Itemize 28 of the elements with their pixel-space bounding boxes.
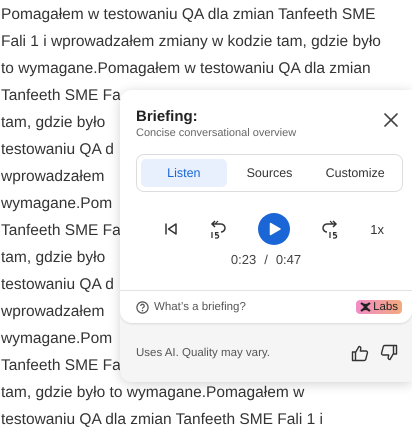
tab[interactable]: Sources [226,159,312,187]
text-line: tam, gdzie było [1,248,106,268]
panel-title: Briefing: [136,108,199,126]
text-line: testowaniu QA d [1,140,114,160]
text-line: to wymagane.Pomagałem w testowaniu QA dla zmian [1,59,371,79]
text-line: tam, gdzie było [1,113,106,133]
help-link[interactable]: What’s a briefing? [136,300,246,314]
time-separator: / [264,252,268,269]
text-line: Tanfeeth SME Fa [1,356,121,376]
text-line: Tanfeeth SME Fa [1,86,121,106]
tab[interactable]: Listen [141,159,227,187]
disclaimer-text: Uses AI. Quality may vary. [136,346,270,358]
current-time: 0:23 [230,252,256,269]
text-line: wprowadzałem [1,167,104,187]
text-line: testowaniu QA dla zmian Tanfeeth SME Fali 1 i [1,410,323,430]
text-line: tam, gdzie było to wymagane.Pomagałem w [1,383,304,403]
labs-badge: Labs [356,300,402,314]
text-line: wymagane.Pom [1,194,112,214]
text-line: Tanfeeth SME Fa [1,221,121,241]
text-line: Pomagałem w testowaniu QA dla zmian Tanfeeth SME [1,5,376,25]
text-line: wprowadzałem [1,302,104,322]
text-line: Fali 1 i wprowadzałem zmiany w kodzie tam, gdzie było [1,32,381,52]
speed-button[interactable]: 1x [370,222,384,236]
tab[interactable]: Customize [312,159,398,187]
text-line: testowaniu QA d [1,275,114,295]
panel-subtitle: Concise conversational overview [136,126,296,140]
total-time: 0:47 [276,252,302,269]
text-line: wymagane.Pom [1,329,112,349]
